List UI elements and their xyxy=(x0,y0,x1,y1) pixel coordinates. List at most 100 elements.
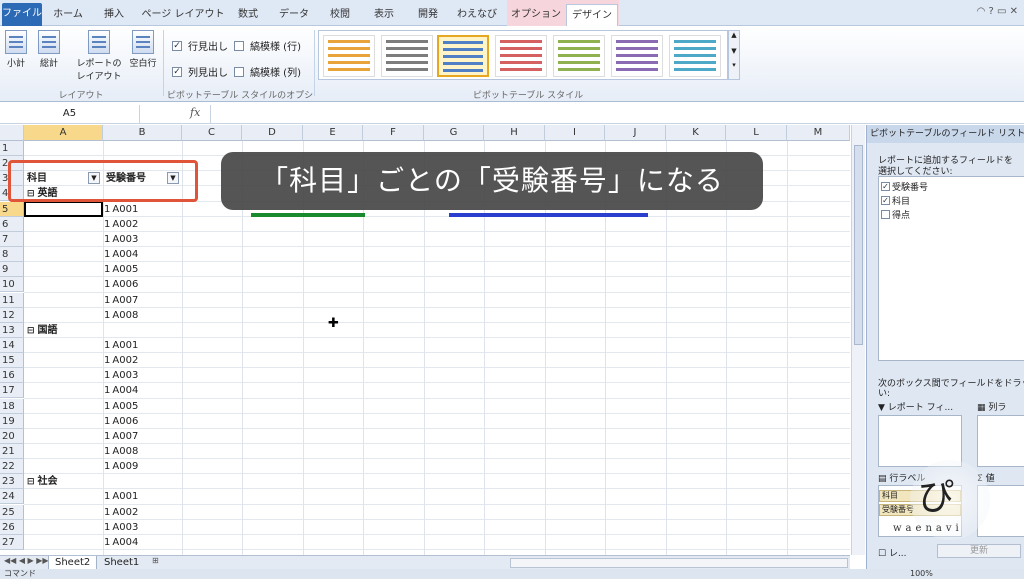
row-header-11[interactable]: 11 xyxy=(0,292,24,308)
tab-insert[interactable]: 挿入 xyxy=(94,4,134,26)
banded-columns-checkbox[interactable]: 縞模様 (列) xyxy=(234,64,301,79)
row-header-13[interactable]: 13 xyxy=(0,322,24,338)
tab-review[interactable]: 校閲 xyxy=(320,4,360,26)
tab-formulas[interactable]: 数式 xyxy=(228,4,268,26)
field-score[interactable]: 得点 xyxy=(881,208,910,221)
pivot-item-cell[interactable]: 1 A007 xyxy=(104,293,138,308)
row-header-22[interactable]: 22 xyxy=(0,459,24,475)
pivot-item-cell[interactable]: 1 A005 xyxy=(104,262,138,277)
row-header-9[interactable]: 9 xyxy=(0,262,24,278)
style-swatch-gray[interactable] xyxy=(381,35,433,77)
tab-design[interactable]: デザイン xyxy=(566,4,618,26)
row-header-5[interactable]: 5 xyxy=(0,201,24,217)
update-button[interactable]: 更新 xyxy=(937,544,1021,558)
pivot-group-row[interactable]: ⊟ 社会 xyxy=(27,474,58,489)
banded-rows-checkbox[interactable]: 縞模様 (行) xyxy=(234,38,301,53)
pivot-item-cell[interactable]: 1 A005 xyxy=(104,399,138,414)
style-swatch-orange[interactable] xyxy=(323,35,375,77)
sheet-tab-sheet2[interactable]: Sheet2 xyxy=(48,556,98,570)
tab-data[interactable]: データ xyxy=(273,4,315,26)
column-header-e[interactable]: E xyxy=(303,125,363,141)
pivot-item-cell[interactable]: 1 A004 xyxy=(104,535,138,550)
pivot-item-cell[interactable]: 1 A006 xyxy=(104,277,138,292)
column-header-c[interactable]: C xyxy=(182,125,242,141)
vertical-scrollbar[interactable] xyxy=(851,125,865,555)
column-header-g[interactable]: G xyxy=(424,125,484,141)
pivot-item-cell[interactable]: 1 A002 xyxy=(104,353,138,368)
name-box[interactable]: A5 xyxy=(0,105,140,123)
tab-view[interactable]: 表示 xyxy=(364,4,404,26)
pivot-item-cell[interactable]: 1 A008 xyxy=(104,444,138,459)
pivot-item-cell[interactable]: 1 A001 xyxy=(104,338,138,353)
chevron-down-icon[interactable]: ▼ xyxy=(729,47,739,55)
pivot-item-cell[interactable]: 1 A003 xyxy=(104,520,138,535)
formula-input[interactable] xyxy=(210,105,1024,123)
blank-rows-button[interactable]: 空白行 xyxy=(126,30,160,69)
pivot-item-cell[interactable]: 1 A006 xyxy=(104,414,138,429)
tab-developer[interactable]: 開発 xyxy=(408,4,448,26)
report-layout-button[interactable]: レポートの レイアウト xyxy=(76,30,122,82)
row-header-24[interactable]: 24 xyxy=(0,489,24,505)
defer-update-checkbox[interactable]: ☐ レ... xyxy=(878,546,907,559)
gallery-more-icon[interactable]: ▾ xyxy=(729,61,739,69)
window-controls[interactable]: ◠ ? ▭ ✕ xyxy=(977,6,1018,17)
column-header-f[interactable]: F xyxy=(363,125,424,141)
row-headers-checkbox[interactable]: ✓ 行見出し xyxy=(172,38,228,53)
column-header-k[interactable]: K xyxy=(666,125,726,141)
row-header-16[interactable]: 16 xyxy=(0,368,24,384)
tab-file[interactable]: ファイル xyxy=(2,3,42,26)
sheet-nav-icons[interactable]: ◀◀ ◀ ▶ ▶▶ xyxy=(4,556,49,565)
pivot-item-cell[interactable]: 1 A001 xyxy=(104,489,138,504)
zoom-level[interactable]: 100% xyxy=(910,569,933,579)
active-cell-a5[interactable] xyxy=(24,201,103,217)
row-header-12[interactable]: 12 xyxy=(0,307,24,323)
column-header-i[interactable]: I xyxy=(545,125,605,141)
row-header-10[interactable]: 10 xyxy=(0,277,24,293)
style-swatch-blue-selected[interactable] xyxy=(437,35,489,77)
help-icon[interactable]: ◠ ? ▭ ✕ xyxy=(977,6,1018,17)
column-header-m[interactable]: M xyxy=(787,125,850,141)
row-header-27[interactable]: 27 xyxy=(0,534,24,550)
style-swatch-aqua[interactable] xyxy=(669,35,721,77)
pivot-item-cell[interactable]: 1 A007 xyxy=(104,429,138,444)
column-header-d[interactable]: D xyxy=(242,125,303,141)
style-swatch-red[interactable] xyxy=(495,35,547,77)
function-icon[interactable]: fx xyxy=(190,106,200,119)
column-header-j[interactable]: J xyxy=(605,125,666,141)
column-headers-checkbox[interactable]: ✓ 列見出し xyxy=(172,64,228,79)
field-subject[interactable]: ✓ 科目 xyxy=(881,194,910,207)
row-header-25[interactable]: 25 xyxy=(0,504,24,520)
tab-options[interactable]: オプション xyxy=(510,4,562,26)
style-swatch-green[interactable] xyxy=(553,35,605,77)
pivot-item-cell[interactable]: 1 A004 xyxy=(104,383,138,398)
collapse-icon[interactable]: ⊟ xyxy=(27,477,35,487)
column-header-a[interactable]: A xyxy=(24,125,103,141)
row-header-18[interactable]: 18 xyxy=(0,398,24,414)
sheet-tab-sheet1[interactable]: Sheet1 xyxy=(98,556,145,570)
pivot-style-gallery[interactable] xyxy=(318,30,728,80)
scrollbar-thumb[interactable] xyxy=(854,145,863,345)
row-header-8[interactable]: 8 xyxy=(0,247,24,263)
row-header-7[interactable]: 7 xyxy=(0,231,24,247)
row-header-15[interactable]: 15 xyxy=(0,353,24,369)
column-header-b[interactable]: B xyxy=(103,125,182,141)
grand-total-button[interactable]: 総計 xyxy=(34,30,64,69)
chevron-up-icon[interactable]: ▲ xyxy=(729,31,739,39)
select-all-corner[interactable] xyxy=(0,125,24,141)
row-header-14[interactable]: 14 xyxy=(0,337,24,353)
row-header-19[interactable]: 19 xyxy=(0,413,24,429)
pivot-item-cell[interactable]: 1 A003 xyxy=(104,368,138,383)
column-header-h[interactable]: H xyxy=(484,125,545,141)
row-header-21[interactable]: 21 xyxy=(0,444,24,459)
row-header-1[interactable]: 1 xyxy=(0,141,24,156)
subtotal-button[interactable]: 小計 xyxy=(2,30,30,69)
horizontal-scrollbar[interactable] xyxy=(510,558,848,568)
tab-waenavi[interactable]: わえなび xyxy=(452,4,502,26)
field-exam-number[interactable]: ✓ 受験番号 xyxy=(881,180,928,193)
pivot-item-cell[interactable]: 1 A002 xyxy=(104,505,138,520)
column-header-l[interactable]: L xyxy=(726,125,787,141)
row-header-6[interactable]: 6 xyxy=(0,216,24,232)
pivot-item-cell[interactable]: 1 A009 xyxy=(104,459,138,474)
pivot-item-cell[interactable]: 1 A003 xyxy=(104,232,138,247)
collapse-icon[interactable]: ⊟ xyxy=(27,326,35,336)
